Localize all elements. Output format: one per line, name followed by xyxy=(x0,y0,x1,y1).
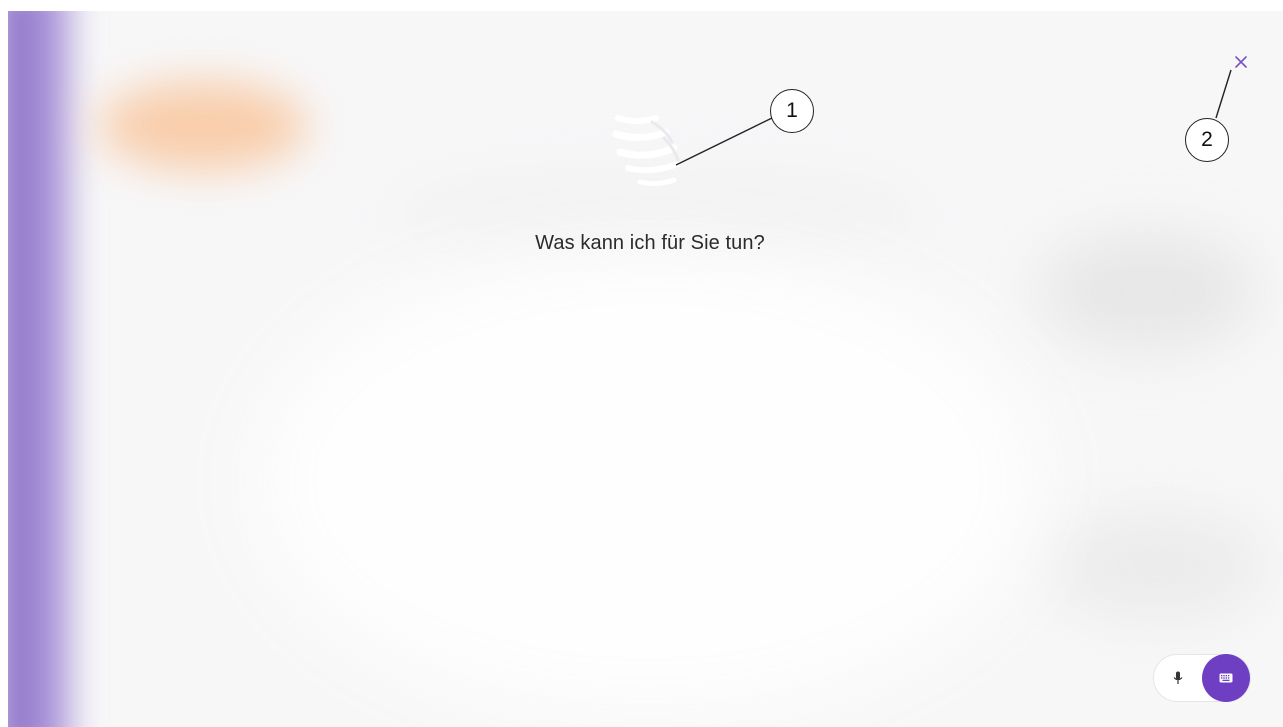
keyboard-icon xyxy=(1219,673,1233,683)
microphone-icon xyxy=(1173,671,1183,684)
keyboard-button[interactable] xyxy=(1202,654,1250,702)
blurred-shape xyxy=(258,251,1038,711)
assistant-screen: Was kann ich für Sie tun? 1 2 xyxy=(0,0,1283,727)
close-button[interactable] xyxy=(1229,50,1253,74)
assistant-prompt: Was kann ich für Sie tun? xyxy=(535,232,765,254)
microphone-button[interactable] xyxy=(1164,664,1192,692)
callout-marker: 1 xyxy=(770,89,814,133)
blurred-shape xyxy=(1048,511,1268,621)
close-icon xyxy=(1235,56,1247,68)
callout-marker: 2 xyxy=(1185,118,1229,162)
blurred-sidebar xyxy=(8,11,88,727)
assistant-wave-icon xyxy=(608,110,694,196)
blurred-highlight xyxy=(98,81,308,171)
